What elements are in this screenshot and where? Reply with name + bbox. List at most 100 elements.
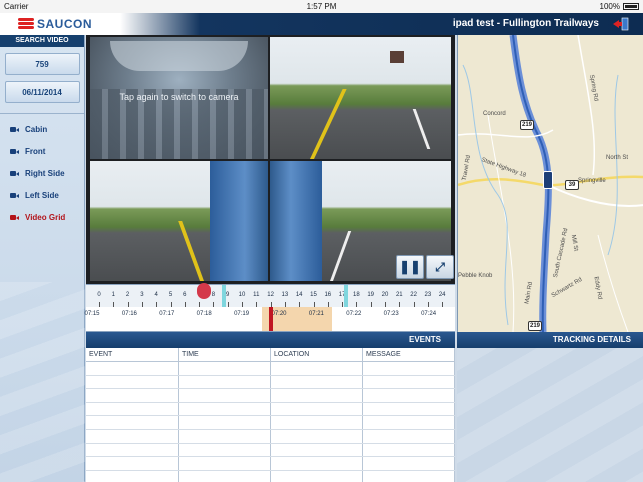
table-cell [363,416,455,429]
lane-line [310,89,347,159]
nav-item-left-side[interactable]: Left Side [0,184,84,206]
table-row [86,470,455,482]
status-bar: Carrier 1:57 PM 100% [0,0,643,13]
hour-label: 24 [438,292,446,298]
table-cell [179,362,271,375]
battery-percent: 100% [599,2,620,11]
minute-label: 07:23 [383,311,399,317]
minute-label: 07:22 [346,311,362,317]
minute-label: 07:20 [271,311,287,317]
battery-indicator: 100% [600,2,639,11]
hour-label: 11 [253,292,260,298]
camera-icon [10,170,19,176]
table-cell [363,375,455,389]
nav-item-label: Cabin [25,124,48,134]
minute-label: 07:19 [234,311,250,317]
table-cell [179,429,271,443]
table-cell [271,470,363,482]
column-header[interactable]: TIME [179,348,271,361]
event-marker[interactable] [344,285,348,307]
route-shield: 39 [565,180,579,190]
column-header[interactable]: EVENT [86,348,179,361]
table-row [86,375,455,390]
table-cell [86,416,179,429]
events-table: EVENT TIME LOCATION MESSAGE [86,348,455,482]
fullscreen-button[interactable]: ⤢ [426,255,454,279]
table-cell [179,416,271,429]
front-video[interactable] [270,37,451,159]
hour-label: 9 [226,292,230,298]
brand-name: SAUCON [37,17,93,31]
date-selector[interactable]: 06/11/2014 [4,81,80,103]
hour-label: 14 [295,292,303,298]
sidebar-background [0,282,85,482]
map-label: Pebble Knob [458,273,493,279]
vehicle-selector[interactable]: 759 [4,53,80,75]
hour-scale[interactable]: 0123456789101112131415161718192021222324 [86,285,455,307]
table-row [86,402,455,417]
minute-label: 07:16 [121,311,137,317]
vehicle-location-icon[interactable] [543,171,553,189]
table-cell [86,470,179,482]
bus-side [210,161,268,281]
table-cell [86,375,179,389]
timeline[interactable]: 0123456789101112131415161718192021222324… [84,283,474,332]
camera-icon [10,192,19,198]
hour-label: 20 [381,292,389,298]
nav-item-label: Front [25,146,46,156]
hour-label: 18 [353,292,360,298]
table-row [86,429,455,444]
hour-label: 21 [395,292,403,298]
logout-icon[interactable] [613,17,629,31]
table-cell [363,402,455,416]
logo: SAUCON [18,17,92,31]
truck-shape [390,51,404,63]
column-header[interactable]: LOCATION [271,348,363,361]
minute-label: 07:18 [196,311,212,317]
video-grid: Tap again to switch to camera ❚❚ ⤢ [86,35,455,284]
nav-item-front[interactable]: Front [0,140,84,162]
column-header[interactable]: MESSAGE [363,348,455,361]
camera-nav: Cabin Front Right Side Left Side Video G… [0,118,84,228]
pause-button[interactable]: ❚❚ [396,255,424,279]
nav-item-label: Left Side [25,190,59,200]
nav-item-video-grid[interactable]: Video Grid [0,206,84,228]
map[interactable]: Concord State Highway 18 North St Spring… [457,35,643,332]
route-shield: 219 [520,120,534,130]
lane-line [178,221,204,281]
expand-icon: ⤢ [435,259,445,274]
nav-item-cabin[interactable]: Cabin [0,118,84,140]
route-shield: 219 [528,321,542,331]
timeline-pin[interactable] [197,283,211,299]
page-title: ipad test - Fullington Trailways [452,18,599,29]
hour-label: 3 [140,292,144,298]
hour-label: 10 [238,292,246,298]
table-cell [179,470,271,482]
camera-icon [10,126,19,132]
minute-label: 07:15 [84,311,100,317]
minute-label: 07:24 [421,311,437,317]
lane-line [330,231,352,281]
table-cell [271,362,363,375]
saucon-logo-icon [18,18,34,30]
table-cell [363,389,455,402]
map-label: Springville [578,178,606,184]
hour-label: 19 [367,292,375,298]
table-cell [363,470,455,482]
playhead[interactable] [269,307,273,331]
camera-icon [10,148,19,154]
table-cell [179,443,271,457]
event-marker[interactable] [222,285,226,307]
table-cell [86,457,179,470]
cabin-video[interactable]: Tap again to switch to camera [90,37,268,159]
table-cell [271,429,363,443]
sidebar-title: SEARCH VIDEO [0,35,84,47]
bus-ceiling [110,41,248,71]
hour-label: 1 [111,292,115,298]
map-label: North St [606,155,629,161]
table-cell [363,457,455,470]
hour-label: 23 [424,292,432,298]
left-side-video[interactable] [90,161,268,281]
nav-item-right-side[interactable]: Right Side [0,162,84,184]
hour-label: 22 [410,292,417,298]
